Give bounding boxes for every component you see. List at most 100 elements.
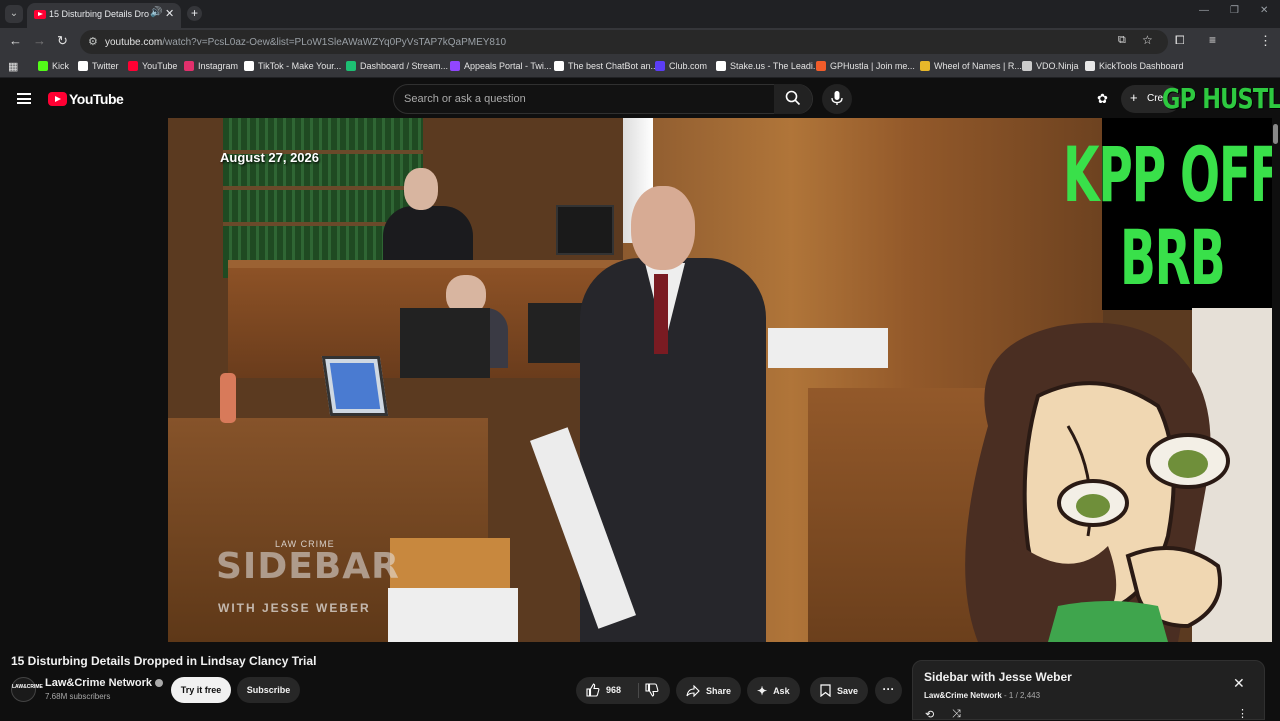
search-icon (785, 90, 801, 106)
back-icon[interactable]: ← (9, 33, 22, 48)
speaker-icon[interactable]: 🔊 (150, 7, 162, 18)
youtube-favicon-icon (34, 10, 46, 19)
bookmark-item[interactable]: Wheel of Names | R... (920, 61, 1022, 71)
bookmark-label: Dashboard / Stream... (360, 61, 449, 71)
menu-hamburger-icon[interactable] (17, 93, 31, 104)
chatbot-icon (554, 61, 564, 71)
new-tab-button[interactable]: + (187, 6, 202, 21)
browser-tab[interactable]: 15 Disturbing Details Dropped in Lindsay… (27, 3, 181, 28)
ask-sparkle-icon[interactable]: ✿ (1097, 91, 1108, 107)
share-label: Share (706, 685, 732, 696)
youtube-logo-text[interactable]: YouTube (69, 91, 124, 107)
bookmark-item[interactable]: Instagram (184, 61, 238, 71)
subscribe-button[interactable]: Subscribe (237, 677, 300, 703)
tab-search-button[interactable]: ⌄ (5, 5, 23, 23)
scrollbar-thumb[interactable] (1273, 124, 1278, 144)
dislike-button[interactable] (645, 683, 659, 702)
shelf-board (223, 186, 423, 190)
like-count: 968 (606, 685, 622, 695)
share-arrow-icon (686, 684, 700, 697)
close-tab-icon[interactable]: ✕ (165, 7, 174, 20)
kick-icon (38, 61, 48, 71)
tiktok-icon (244, 61, 254, 71)
search-button[interactable] (774, 84, 812, 114)
bookmark-item[interactable]: The best ChatBot an... (554, 61, 658, 71)
playlist-menu-icon[interactable]: ⋮ (1237, 707, 1248, 720)
bookmark-item[interactable]: Dashboard / Stream... (346, 61, 448, 71)
bookmark-star-icon[interactable]: ☆ (1142, 33, 1153, 47)
bookmark-item[interactable]: KickTools Dashboard (1085, 61, 1184, 71)
loop-icon[interactable]: ⟲ (925, 708, 934, 721)
video-date-caption: August 27, 2026 (220, 150, 319, 165)
judge-head (404, 168, 438, 210)
tab-title: 15 Disturbing Details Dropped in Lindsay… (49, 9, 149, 19)
like-divider (638, 683, 639, 698)
watermark-subtitle: WITH JESSE WEBER (218, 601, 371, 615)
voice-search-button[interactable] (822, 84, 852, 114)
bookmark-item[interactable]: TikTok - Make Your... (244, 61, 341, 71)
playlist-owner[interactable]: Law&Crime Network (924, 691, 1002, 700)
like-button[interactable]: 968 (586, 683, 621, 697)
forward-icon[interactable]: → (33, 33, 46, 48)
evidence-box (388, 588, 518, 642)
youtube-logo-icon[interactable] (48, 92, 67, 106)
close-playlist-icon[interactable]: ✕ (1233, 675, 1245, 692)
page-scrollbar[interactable] (1272, 118, 1280, 642)
laptop (321, 356, 389, 416)
playlist-panel: Sidebar with Jesse Weber Law&Crime Netwo… (912, 660, 1265, 721)
bookmark-item[interactable]: GPHustla | Join me... (816, 61, 915, 71)
youtube-header: YouTube Search or ask a question ✿ + Cre (0, 79, 1280, 119)
instagram-icon (184, 61, 194, 71)
chrome-menu-icon[interactable]: ⋮ (1259, 33, 1272, 49)
overlay-status-line1: KPP OFF (1063, 130, 1280, 219)
bookmark-label: TikTok - Make Your... (258, 61, 342, 71)
try-it-free-button[interactable]: Try it free (171, 677, 231, 703)
bookmark-label: Stake.us - The Leadi... (730, 61, 821, 71)
bookmark-label: Club.com (669, 61, 708, 71)
shuffle-icon[interactable]: ⤨ (952, 708, 961, 721)
apps-grid-icon[interactable]: ▦ (8, 60, 18, 73)
save-button[interactable]: Save (810, 677, 869, 704)
save-label: Save (837, 685, 859, 696)
browser-tab-strip: ⌄ 15 Disturbing Details Dropped in Linds… (0, 0, 1280, 28)
site-info-icon[interactable]: ⚙ (88, 35, 98, 48)
close-window-icon[interactable]: ✕ (1260, 5, 1268, 16)
minimize-icon[interactable]: — (1199, 5, 1209, 16)
kicktools-icon (1085, 61, 1095, 71)
playlist-position: - 1 / 2,443 (1004, 691, 1041, 700)
media-control-icon[interactable]: ≡ (1209, 33, 1216, 47)
vdo-ninja-icon (1022, 61, 1032, 71)
bookmark-item[interactable]: YouTube (128, 61, 177, 71)
bookmark-item[interactable]: Appeals Portal - Twi... (450, 61, 551, 71)
video-player[interactable]: August 27, 2026 LAW CRIME SIDEBAR WITH J… (168, 118, 1280, 642)
address-bar[interactable]: ⚙ youtube.com/watch?v=PcsL0az-Oew&list=P… (80, 30, 1168, 54)
stake-icon (716, 61, 726, 71)
sparkle-icon: ✦ (757, 683, 768, 698)
overlay-header-text: GP HUSTLA (1162, 82, 1280, 115)
bookmark-item[interactable]: Kick (38, 61, 69, 71)
bookmark-label: GPHustla | Join me... (830, 61, 915, 71)
extensions-icon[interactable]: ⧠ (1175, 33, 1185, 48)
bookmark-item[interactable]: Twitter (78, 61, 119, 71)
channel-name-text[interactable]: Law&Crime Network (45, 677, 152, 689)
bookmark-label: VDO.Ninja (1036, 61, 1079, 71)
channel-name[interactable]: Law&Crime Network (45, 677, 163, 689)
bookmark-label: Instagram (198, 61, 239, 71)
bookmark-item[interactable]: Club.com (655, 61, 707, 71)
attorney-head (631, 186, 695, 270)
bookmark-item[interactable]: VDO.Ninja (1022, 61, 1079, 71)
paper-stack (768, 328, 888, 368)
ask-button[interactable]: ✦ Ask (747, 677, 800, 704)
search-input[interactable]: Search or ask a question (393, 84, 813, 114)
restore-icon[interactable]: ❐ (1230, 5, 1239, 16)
reload-icon[interactable]: ↻ (57, 33, 68, 49)
cartoon-avatar-illustration (965, 322, 1230, 642)
channel-avatar[interactable]: LAW&CRIME (11, 677, 43, 702)
browser-toolbar: ← → ↻ ⚙ youtube.com/watch?v=PcsL0az-Oew&… (0, 28, 1280, 76)
bookmark-item[interactable]: Stake.us - The Leadi... (716, 61, 820, 71)
playlist-title[interactable]: Sidebar with Jesse Weber (924, 670, 1072, 684)
more-actions-icon[interactable]: ··· (875, 677, 902, 704)
share-button[interactable]: Share (676, 677, 742, 704)
cast-icon[interactable]: ⧉ (1118, 34, 1126, 47)
url-path: /watch?v=PcsL0az-Oew&list=PLoW1SleAWaWZY… (162, 37, 507, 48)
